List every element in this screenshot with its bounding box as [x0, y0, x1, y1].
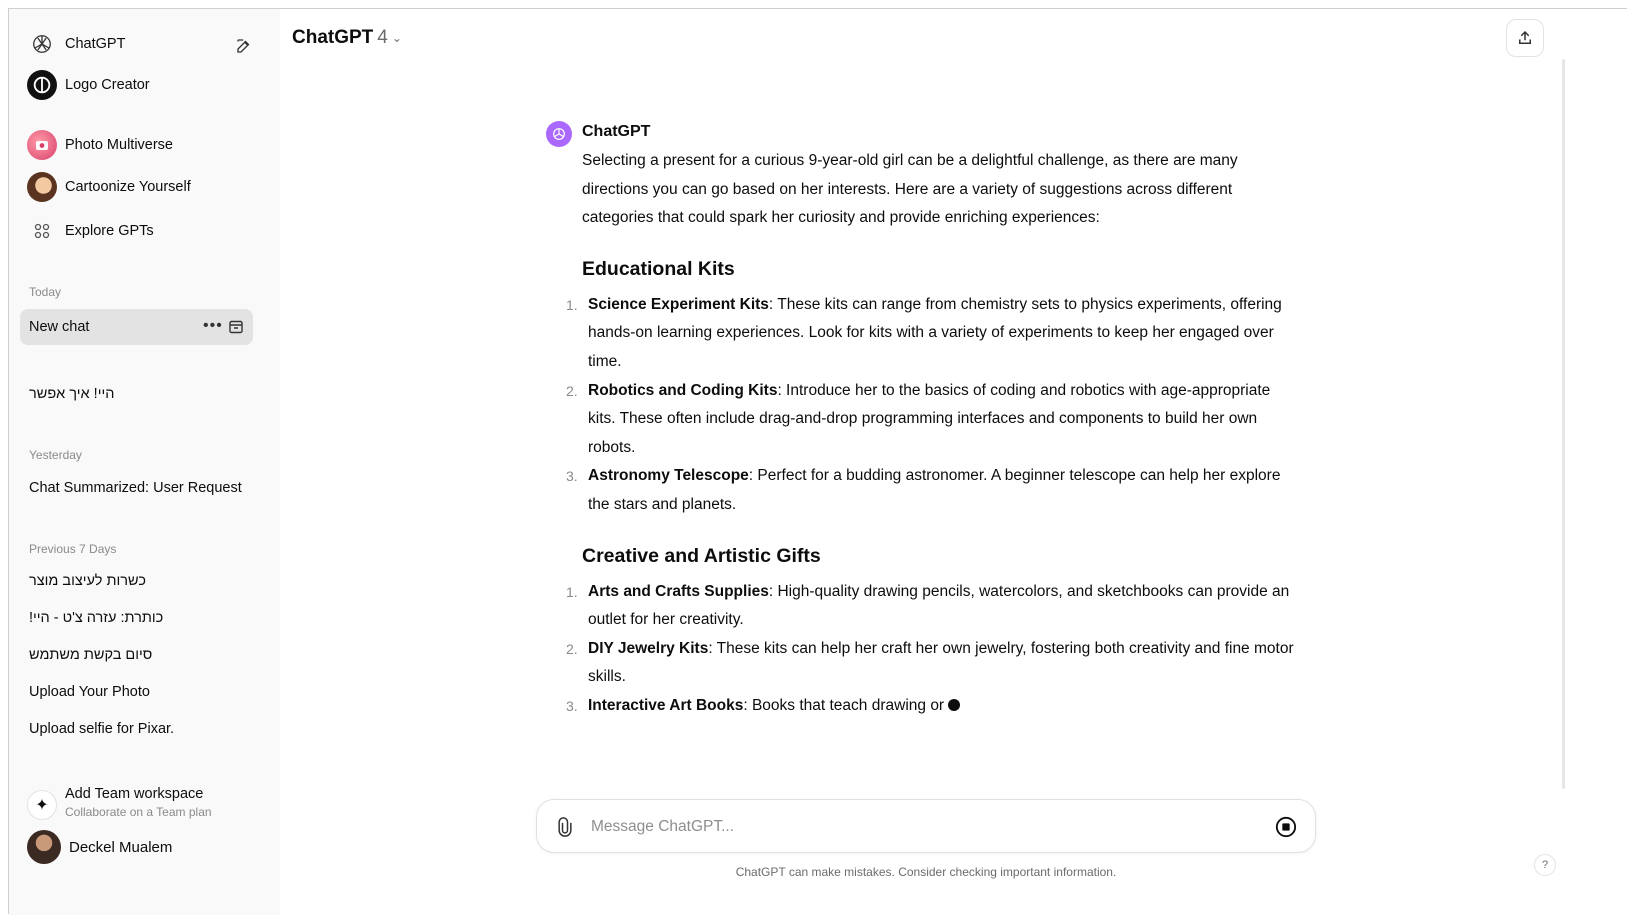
sidebar-item-label: Photo Multiverse: [65, 137, 173, 153]
sidebar-item-explore-gpts[interactable]: Explore GPTs: [27, 212, 263, 250]
team-subtitle: Collaborate on a Team plan: [65, 805, 212, 819]
chat-item[interactable]: Upload selfie for Pixar.: [29, 721, 259, 737]
sparkle-plus-icon: ✦: [27, 790, 57, 820]
model-version: 4: [377, 27, 388, 48]
more-options-icon[interactable]: •••: [203, 317, 223, 335]
list-number: 3.: [566, 697, 578, 714]
item-title: Astronomy Telescope: [588, 467, 749, 485]
sidebar: ChatGPT Logo Creator Photo Multiverse Ca…: [9, 9, 280, 915]
scrollbar[interactable]: [1562, 59, 1565, 789]
item-title: DIY Jewelry Kits: [588, 639, 709, 657]
list-item: 3. Astronomy Telescope: Perfect for a bud…: [566, 462, 1302, 519]
chat-item[interactable]: Upload Your Photo: [29, 684, 259, 700]
model-selector[interactable]: ChatGPT 4 ⌄: [292, 27, 402, 49]
sidebar-item-label: Cartoonize Yourself: [65, 179, 191, 195]
list-item: 1. Science Experiment Kits: These kits ca…: [566, 291, 1302, 377]
sidebar-item-chatgpt[interactable]: ChatGPT: [27, 25, 263, 63]
section-heading-previous-7-days: Previous 7 Days: [29, 542, 117, 556]
message-input[interactable]: [591, 814, 1251, 840]
photo-multiverse-avatar: [27, 130, 57, 160]
sidebar-item-logo-creator[interactable]: Logo Creator: [27, 66, 263, 104]
app-window: ChatGPT Logo Creator Photo Multiverse Ca…: [8, 8, 1627, 915]
section-heading-yesterday: Yesterday: [29, 448, 82, 462]
sidebar-item-label: Logo Creator: [65, 77, 150, 93]
item-title: Interactive Art Books: [588, 696, 744, 714]
new-chat-button[interactable]: [233, 35, 255, 57]
streaming-cursor: [948, 698, 961, 711]
avatar: [27, 830, 61, 864]
assistant-message: Selecting a present for a curious 9-year…: [566, 147, 1302, 721]
grid-icon: [27, 216, 57, 246]
share-button[interactable]: [1506, 19, 1544, 57]
list-item: 2. Robotics and Coding Kits: Introduce he…: [566, 377, 1302, 463]
item-title: Science Experiment Kits: [588, 295, 769, 313]
main-panel: ChatGPT 4 ⌄ ChatGPT Selecting a present …: [280, 9, 1627, 915]
sidebar-item-photo-multiverse[interactable]: Photo Multiverse: [27, 126, 263, 164]
user-name: Deckel Mualem: [69, 838, 173, 856]
section-heading: Educational Kits: [582, 257, 735, 280]
add-team-workspace-button[interactable]: ✦ Add Team workspace Collaborate on a Te…: [27, 784, 267, 824]
openai-logo-icon: [27, 29, 57, 59]
edit-icon: [237, 39, 250, 53]
ordered-list: 1. Science Experiment Kits: These kits ca…: [566, 291, 1302, 520]
sidebar-item-label: Explore GPTs: [65, 223, 154, 239]
sidebar-item-cartoonize-yourself[interactable]: Cartoonize Yourself: [27, 168, 263, 206]
list-number: 1.: [566, 296, 578, 313]
archive-icon[interactable]: [228, 319, 244, 339]
message-author: ChatGPT: [582, 123, 651, 140]
list-item: 1. Arts and Crafts Supplies: High-quality…: [566, 578, 1302, 635]
attach-button[interactable]: [555, 816, 575, 843]
model-name: ChatGPT: [292, 27, 374, 48]
chat-title: New chat: [29, 319, 90, 335]
chevron-down-icon: ⌄: [391, 31, 402, 45]
disclaimer-text: ChatGPT can make mistakes. Consider chec…: [735, 865, 1117, 879]
ordered-list: 1. Arts and Crafts Supplies: High-quality…: [566, 578, 1302, 721]
section-heading-today: Today: [29, 285, 62, 299]
chat-item[interactable]: היי! איך אפשר: [29, 386, 259, 402]
list-item: 2. DIY Jewelry Kits: These kits can help …: [566, 635, 1302, 692]
openai-logo-icon: [553, 128, 565, 140]
chat-item[interactable]: סיום בקשת משתמש: [29, 647, 259, 663]
item-title: Arts and Crafts Supplies: [588, 582, 769, 600]
item-text: : Books that teach drawing or: [743, 696, 945, 714]
assistant-avatar: [546, 121, 572, 147]
sidebar-item-label: ChatGPT: [65, 36, 126, 52]
share-icon: [1519, 30, 1531, 44]
message-intro: Selecting a present for a curious 9-year…: [582, 152, 1238, 227]
list-number: 1.: [566, 583, 578, 600]
chat-item[interactable]: כותרת: עזרה צ'ט - היי!: [29, 610, 259, 626]
item-title: Robotics and Coding Kits: [588, 381, 778, 399]
paperclip-icon: [558, 817, 572, 837]
stop-icon: [1275, 816, 1297, 838]
help-icon: ?: [1541, 859, 1549, 871]
logo-creator-avatar: [27, 70, 57, 100]
list-number: 2.: [566, 382, 578, 399]
list-item: 3. Interactive Art Books: Books that teac…: [566, 692, 1302, 721]
section-heading: Creative and Artistic Gifts: [582, 544, 821, 567]
list-number: 3.: [566, 468, 578, 485]
chat-item[interactable]: Chat Summarized: User Request: [29, 480, 259, 496]
chat-item-active[interactable]: New chat •••: [20, 309, 253, 345]
user-menu[interactable]: Deckel Mualem: [27, 829, 267, 865]
list-number: 2.: [566, 640, 578, 657]
help-button[interactable]: ?: [1534, 854, 1556, 876]
message-composer: [536, 799, 1316, 853]
team-title: Add Team workspace: [65, 786, 204, 802]
stop-generating-button[interactable]: [1275, 816, 1297, 843]
chat-item[interactable]: כשרות לעיצוב מוצר: [29, 573, 259, 589]
cartoonize-avatar: [27, 172, 57, 202]
